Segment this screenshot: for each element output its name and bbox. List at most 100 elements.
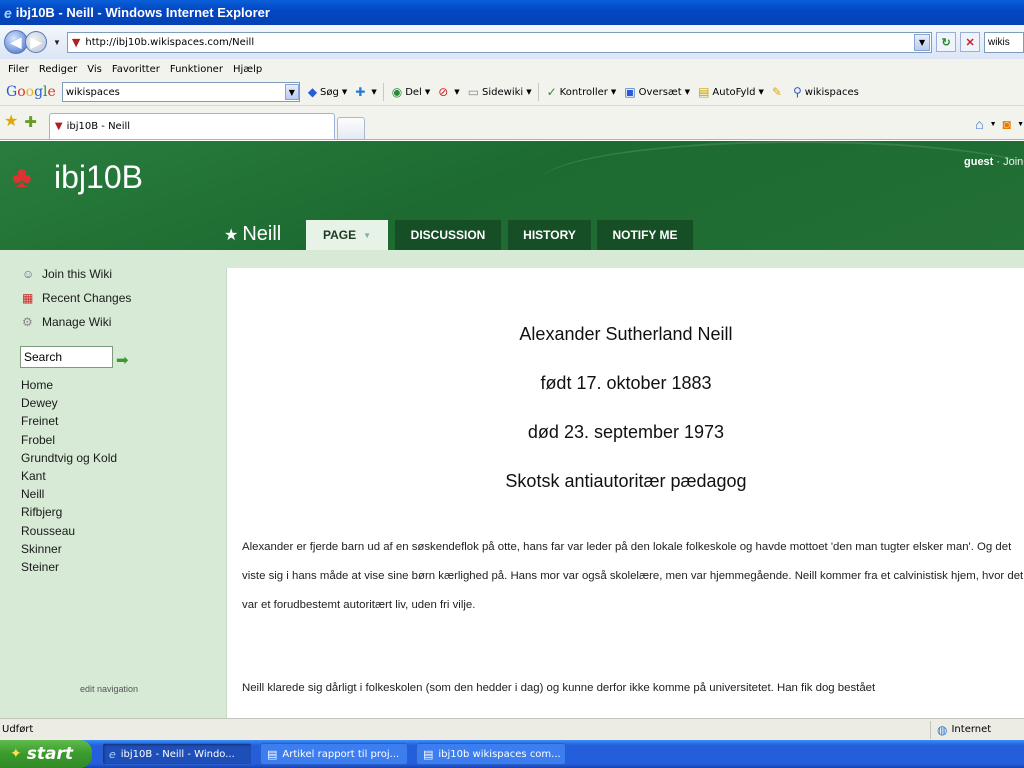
- translate-icon: ▣: [624, 85, 636, 99]
- live-search-input[interactable]: wikis: [984, 31, 1024, 53]
- menu-favorites[interactable]: Favoritter: [112, 64, 160, 75]
- nav-item-skinner[interactable]: Skinner: [21, 540, 117, 558]
- content-paragraph: Alexander er fjerde barn ud af en søsken…: [242, 541, 1024, 611]
- join-link[interactable]: · Join: [996, 156, 1023, 168]
- nav-item-freinet[interactable]: Freinet: [21, 412, 117, 430]
- menubar: Filer Rediger Vis Favoritter Funktioner …: [0, 59, 1024, 79]
- edit-navigation-link[interactable]: edit navigation: [80, 684, 138, 694]
- taskbar-item-word-wikispaces[interactable]: ▤ ibj10b wikispaces com...: [416, 743, 566, 765]
- nav-item-rousseau[interactable]: Rousseau: [21, 522, 117, 540]
- recent-changes-link[interactable]: ▦ Recent Changes: [22, 291, 131, 305]
- word-icon: ▤: [267, 747, 278, 761]
- page-content: Alexander Sutherland Neill født 17. okto…: [226, 268, 1024, 718]
- menu-view[interactable]: Vis: [87, 64, 102, 75]
- security-zone[interactable]: ◍ Internet: [930, 720, 1024, 739]
- magnifier-icon: ⚲: [792, 85, 802, 99]
- google-spellcheck-button[interactable]: ✓ Kontroller ▼: [547, 85, 617, 99]
- nav-item-dewey[interactable]: Dewey: [21, 394, 117, 412]
- status-bar: Udført ◍ Internet: [0, 718, 1024, 740]
- nav-item-grundtvig-og-kold[interactable]: Grundtvig og Kold: [21, 449, 117, 467]
- star-icon[interactable]: ★: [224, 227, 238, 244]
- content-heading-died: død 23. september 1973: [527, 422, 725, 442]
- taskbar-item-ie[interactable]: e ibj10B - Neill - Windo...: [102, 743, 252, 765]
- nav-item-kant[interactable]: Kant: [21, 467, 117, 485]
- menu-edit[interactable]: Rediger: [39, 64, 77, 75]
- home-icon[interactable]: ⌂: [975, 116, 983, 132]
- plus-icon: ✚: [355, 85, 366, 99]
- content-heading-description: Skotsk antiautoritær pædagog: [505, 471, 747, 491]
- forward-button[interactable]: ▶: [24, 31, 47, 53]
- google-search-button[interactable]: ◆ Søg ▼: [308, 85, 347, 99]
- manage-wiki-link[interactable]: ⚙ Manage Wiki: [22, 315, 111, 329]
- home-dropdown-icon[interactable]: ▼: [990, 121, 997, 128]
- user-icon: ☺: [22, 267, 35, 281]
- address-input[interactable]: ▼ http://ibj10b.wikispaces.com/Neill ▼: [66, 31, 933, 53]
- new-tab-button[interactable]: [336, 117, 365, 139]
- autofill-icon: ▤: [698, 85, 710, 99]
- tab-history[interactable]: HISTORY: [508, 220, 591, 250]
- content-heading-name: Alexander Sutherland Neill: [519, 324, 733, 344]
- stop-button[interactable]: ✕: [960, 32, 981, 52]
- history-dropdown-icon[interactable]: ▼: [53, 38, 61, 47]
- site-header: ♣ ibj10B guest · Join ★ Neill PAGE ▼ DISCU…: [0, 141, 1024, 250]
- feed-dropdown-icon[interactable]: ▼: [1017, 121, 1024, 128]
- site-title[interactable]: ibj10B: [54, 159, 143, 196]
- plant-logo-icon[interactable]: ♣: [12, 161, 32, 195]
- tab-page[interactable]: PAGE ▼: [306, 220, 388, 250]
- pencil-icon: ✎: [771, 85, 782, 99]
- word-icon: ▤: [423, 747, 434, 761]
- address-dropdown-icon[interactable]: ▼: [914, 33, 931, 51]
- gear-icon: ⚙: [22, 315, 33, 329]
- ie-icon: e: [4, 4, 12, 21]
- page-title: ★ Neill: [224, 223, 282, 245]
- refresh-button[interactable]: ↻: [936, 32, 957, 52]
- windows-taskbar: ✦ start e ibj10B - Neill - Windo... ▤ Ar…: [0, 740, 1024, 768]
- windows-flag-icon: ✦: [10, 746, 22, 762]
- google-sidewiki-button[interactable]: ▭ Sidewiki ▼: [468, 85, 532, 99]
- add-favorite-icon[interactable]: ✚: [24, 113, 37, 131]
- wiki-navigation: Home Dewey Freinet Frobel Grundtvig og K…: [21, 376, 117, 576]
- block-icon: ⊘: [438, 85, 449, 99]
- nav-item-frobel[interactable]: Frobel: [21, 431, 117, 449]
- status-text: Udført: [2, 724, 34, 735]
- google-popup-blocker-button[interactable]: ⊘ ▼: [438, 85, 459, 99]
- content-heading-born: født 17. oktober 1883: [540, 373, 712, 393]
- window-title: ibj10B - Neill - Windows Internet Explor…: [15, 5, 270, 20]
- nav-item-neill[interactable]: Neill: [21, 485, 117, 503]
- username[interactable]: guest: [964, 156, 993, 168]
- google-autofill-button[interactable]: ▤ AutoFyld ▼: [698, 85, 764, 99]
- google-search-input[interactable]: wikispaces ▼: [61, 82, 300, 102]
- google-search-dropdown-icon[interactable]: ▼: [284, 84, 299, 100]
- calendar-icon: ▦: [22, 291, 34, 305]
- google-pencil-button[interactable]: ✎: [772, 85, 785, 99]
- search-go-arrow-icon[interactable]: ➡: [116, 351, 129, 369]
- nav-item-home[interactable]: Home: [21, 376, 117, 394]
- nav-item-rifbjerg[interactable]: Rifbjerg: [21, 503, 117, 521]
- address-value: http://ibj10b.wikispaces.com/Neill: [85, 36, 255, 48]
- google-logo[interactable]: Google: [6, 84, 56, 100]
- page-menu-dropdown-icon[interactable]: ▼: [363, 231, 371, 240]
- content-paragraph: Neill klarede sig dårligt i folkeskolen …: [242, 682, 876, 694]
- site-favicon-icon: ▼: [54, 121, 63, 132]
- favorites-star-icon[interactable]: ★: [4, 111, 18, 131]
- menu-tools[interactable]: Funktioner: [170, 64, 223, 75]
- nav-item-steiner[interactable]: Steiner: [21, 558, 117, 576]
- browser-tab-neill[interactable]: ▼ ibj10B - Neill: [48, 113, 335, 139]
- ie-icon: e: [109, 747, 116, 761]
- rss-feed-icon[interactable]: ◙: [1003, 116, 1011, 132]
- tab-notify-me[interactable]: NOTIFY ME: [597, 220, 693, 250]
- wiki-search-input[interactable]: Search: [20, 346, 113, 368]
- taskbar-item-word-article[interactable]: ▤ Artikel rapport til proj...: [260, 743, 408, 765]
- menu-help[interactable]: Hjælp: [233, 64, 262, 75]
- site-favicon-icon: ▼: [71, 35, 81, 49]
- google-wikispaces-button[interactable]: ⚲ wikispaces: [793, 85, 859, 99]
- tab-discussion[interactable]: DISCUSSION: [395, 220, 501, 250]
- google-translate-button[interactable]: ▣ Oversæt ▼: [624, 85, 690, 99]
- menu-file[interactable]: Filer: [8, 64, 29, 75]
- google-plus-button[interactable]: ✚ ▼: [355, 85, 376, 99]
- web-page: ♣ ibj10B guest · Join ★ Neill PAGE ▼ DISCU…: [0, 141, 1024, 718]
- google-share-button[interactable]: ◉ Del ▼: [392, 85, 431, 99]
- join-wiki-link[interactable]: ☺ Join this Wiki: [22, 267, 112, 281]
- spellcheck-icon: ✓: [546, 85, 557, 99]
- start-button[interactable]: ✦ start: [0, 740, 92, 768]
